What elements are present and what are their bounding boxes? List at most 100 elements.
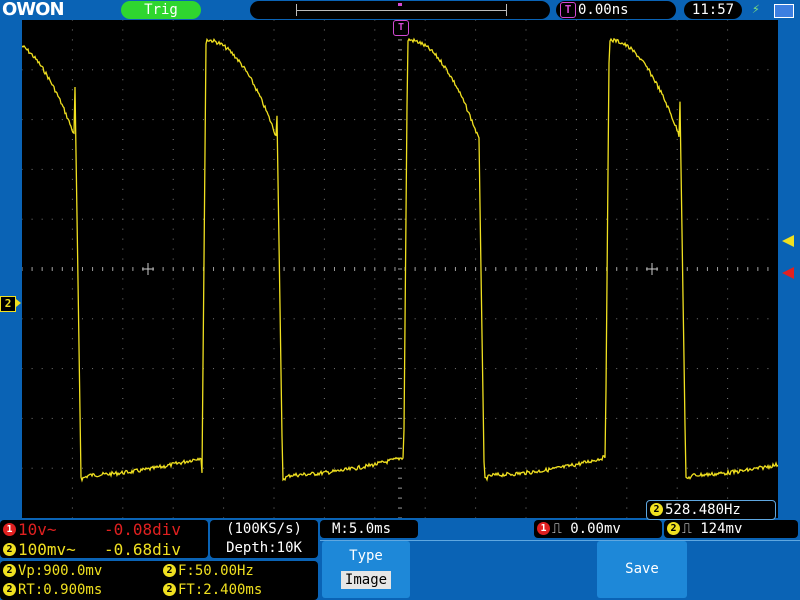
type-menu-button[interactable]: Type Image <box>322 541 410 598</box>
grid-dot <box>51 417 53 419</box>
usb-icon: ⚡ <box>752 2 760 17</box>
grid-dot <box>374 308 376 310</box>
grid-dot <box>182 168 184 170</box>
rising-edge-icon: ⎍ <box>682 521 692 537</box>
memory-track <box>296 10 506 11</box>
grid-dot <box>555 318 557 320</box>
grid-dot <box>172 407 174 409</box>
grid-dot <box>575 248 577 250</box>
grid-dot <box>223 218 225 220</box>
grid-dot <box>555 368 557 370</box>
trigger1-info[interactable]: 1 ⎍ 0.00mv <box>534 520 662 538</box>
grid-dot <box>223 109 225 111</box>
grid-dot <box>283 318 285 320</box>
grid-dot <box>535 368 537 370</box>
axis-tick <box>398 328 402 330</box>
grid-dot <box>727 437 729 439</box>
grid-dot <box>696 417 698 419</box>
grid-dot <box>767 218 769 220</box>
grid-dot <box>525 198 527 200</box>
grid-dot <box>71 457 73 459</box>
grid-dot <box>364 318 366 320</box>
grid-dot <box>71 397 73 399</box>
grid-dot <box>273 59 275 61</box>
grid-dot <box>424 29 426 31</box>
grid-dot <box>747 119 749 121</box>
grid-dot <box>192 318 194 320</box>
channel1-trigger-level-arrow-icon[interactable] <box>782 267 794 279</box>
axis-tick <box>398 407 402 409</box>
grid-dot <box>525 218 527 220</box>
grid-dot <box>767 119 769 121</box>
grid-dot <box>172 338 174 340</box>
grid-dot <box>717 218 719 220</box>
grid-dot <box>364 218 366 220</box>
grid-dot <box>706 69 708 71</box>
grid-dot <box>545 69 547 71</box>
grid-dot <box>505 417 507 419</box>
grid-dot <box>727 358 729 360</box>
grid-dot <box>374 437 376 439</box>
grid-dot <box>323 20 325 21</box>
grid-dot <box>475 168 477 170</box>
grid-dot <box>525 79 527 81</box>
grid-dot <box>71 218 73 220</box>
measurement-text: RT:0.900ms <box>18 582 103 598</box>
grid-dot <box>475 308 477 310</box>
grid-dot <box>706 417 708 419</box>
grid-dot <box>575 39 577 41</box>
grid-dot <box>535 467 537 469</box>
channel2-level-marker[interactable]: 2 <box>0 296 21 312</box>
grid-dot <box>122 158 124 160</box>
axis-tick <box>398 139 402 141</box>
grid-dot <box>323 39 325 41</box>
grid-dot <box>374 59 376 61</box>
grid-dot <box>606 417 608 419</box>
grid-dot <box>71 348 73 350</box>
save-button[interactable]: Save <box>597 541 687 598</box>
grid-dot <box>646 168 648 170</box>
axis-tick <box>515 267 517 271</box>
grid-dot <box>525 288 527 290</box>
grid-dot <box>273 368 275 370</box>
grid-dot <box>444 318 446 320</box>
grid-dot <box>495 318 497 320</box>
grid-dot <box>102 168 104 170</box>
grid-dot <box>626 318 628 320</box>
grid-dot <box>81 417 83 419</box>
grid-dot <box>525 437 527 439</box>
grid-dot <box>727 318 729 320</box>
axis-tick <box>364 267 366 271</box>
grid-dot <box>374 238 376 240</box>
grid-dot <box>575 318 577 320</box>
channel2-trigger-level-arrow-icon[interactable] <box>782 235 794 247</box>
grid-dot <box>575 238 577 240</box>
grid-dot <box>323 298 325 300</box>
grid-dot <box>172 198 174 200</box>
grid-dot <box>303 318 305 320</box>
grid-dot <box>172 467 174 469</box>
grid-dot <box>283 368 285 370</box>
grid-dot <box>273 318 275 320</box>
grid-dot <box>142 368 144 370</box>
grid-dot <box>283 417 285 419</box>
grid-dot <box>374 39 376 41</box>
grid-dot <box>273 467 275 469</box>
channel2-info[interactable]: 2 100mv~ -0.68div <box>0 540 208 559</box>
axis-tick <box>414 267 416 271</box>
grid-dot <box>606 467 608 469</box>
grid-dot <box>374 288 376 290</box>
trigger-time-marker[interactable]: T <box>393 20 409 36</box>
grid-dot <box>71 258 73 260</box>
grid-dot <box>424 119 426 121</box>
grid-dot <box>727 497 729 499</box>
timebase-readout[interactable]: M:5.0ms <box>320 520 418 538</box>
grid-dot <box>424 20 426 21</box>
grid-dot <box>192 218 194 220</box>
waveform-display[interactable] <box>22 20 778 518</box>
grid-dot <box>61 69 63 71</box>
grid-dot <box>454 318 456 320</box>
trigger2-info[interactable]: 2 ⎍ 124mv <box>664 520 798 538</box>
grid-dot <box>202 119 204 121</box>
channel1-info[interactable]: 1 10v~ -0.08div <box>0 520 208 539</box>
